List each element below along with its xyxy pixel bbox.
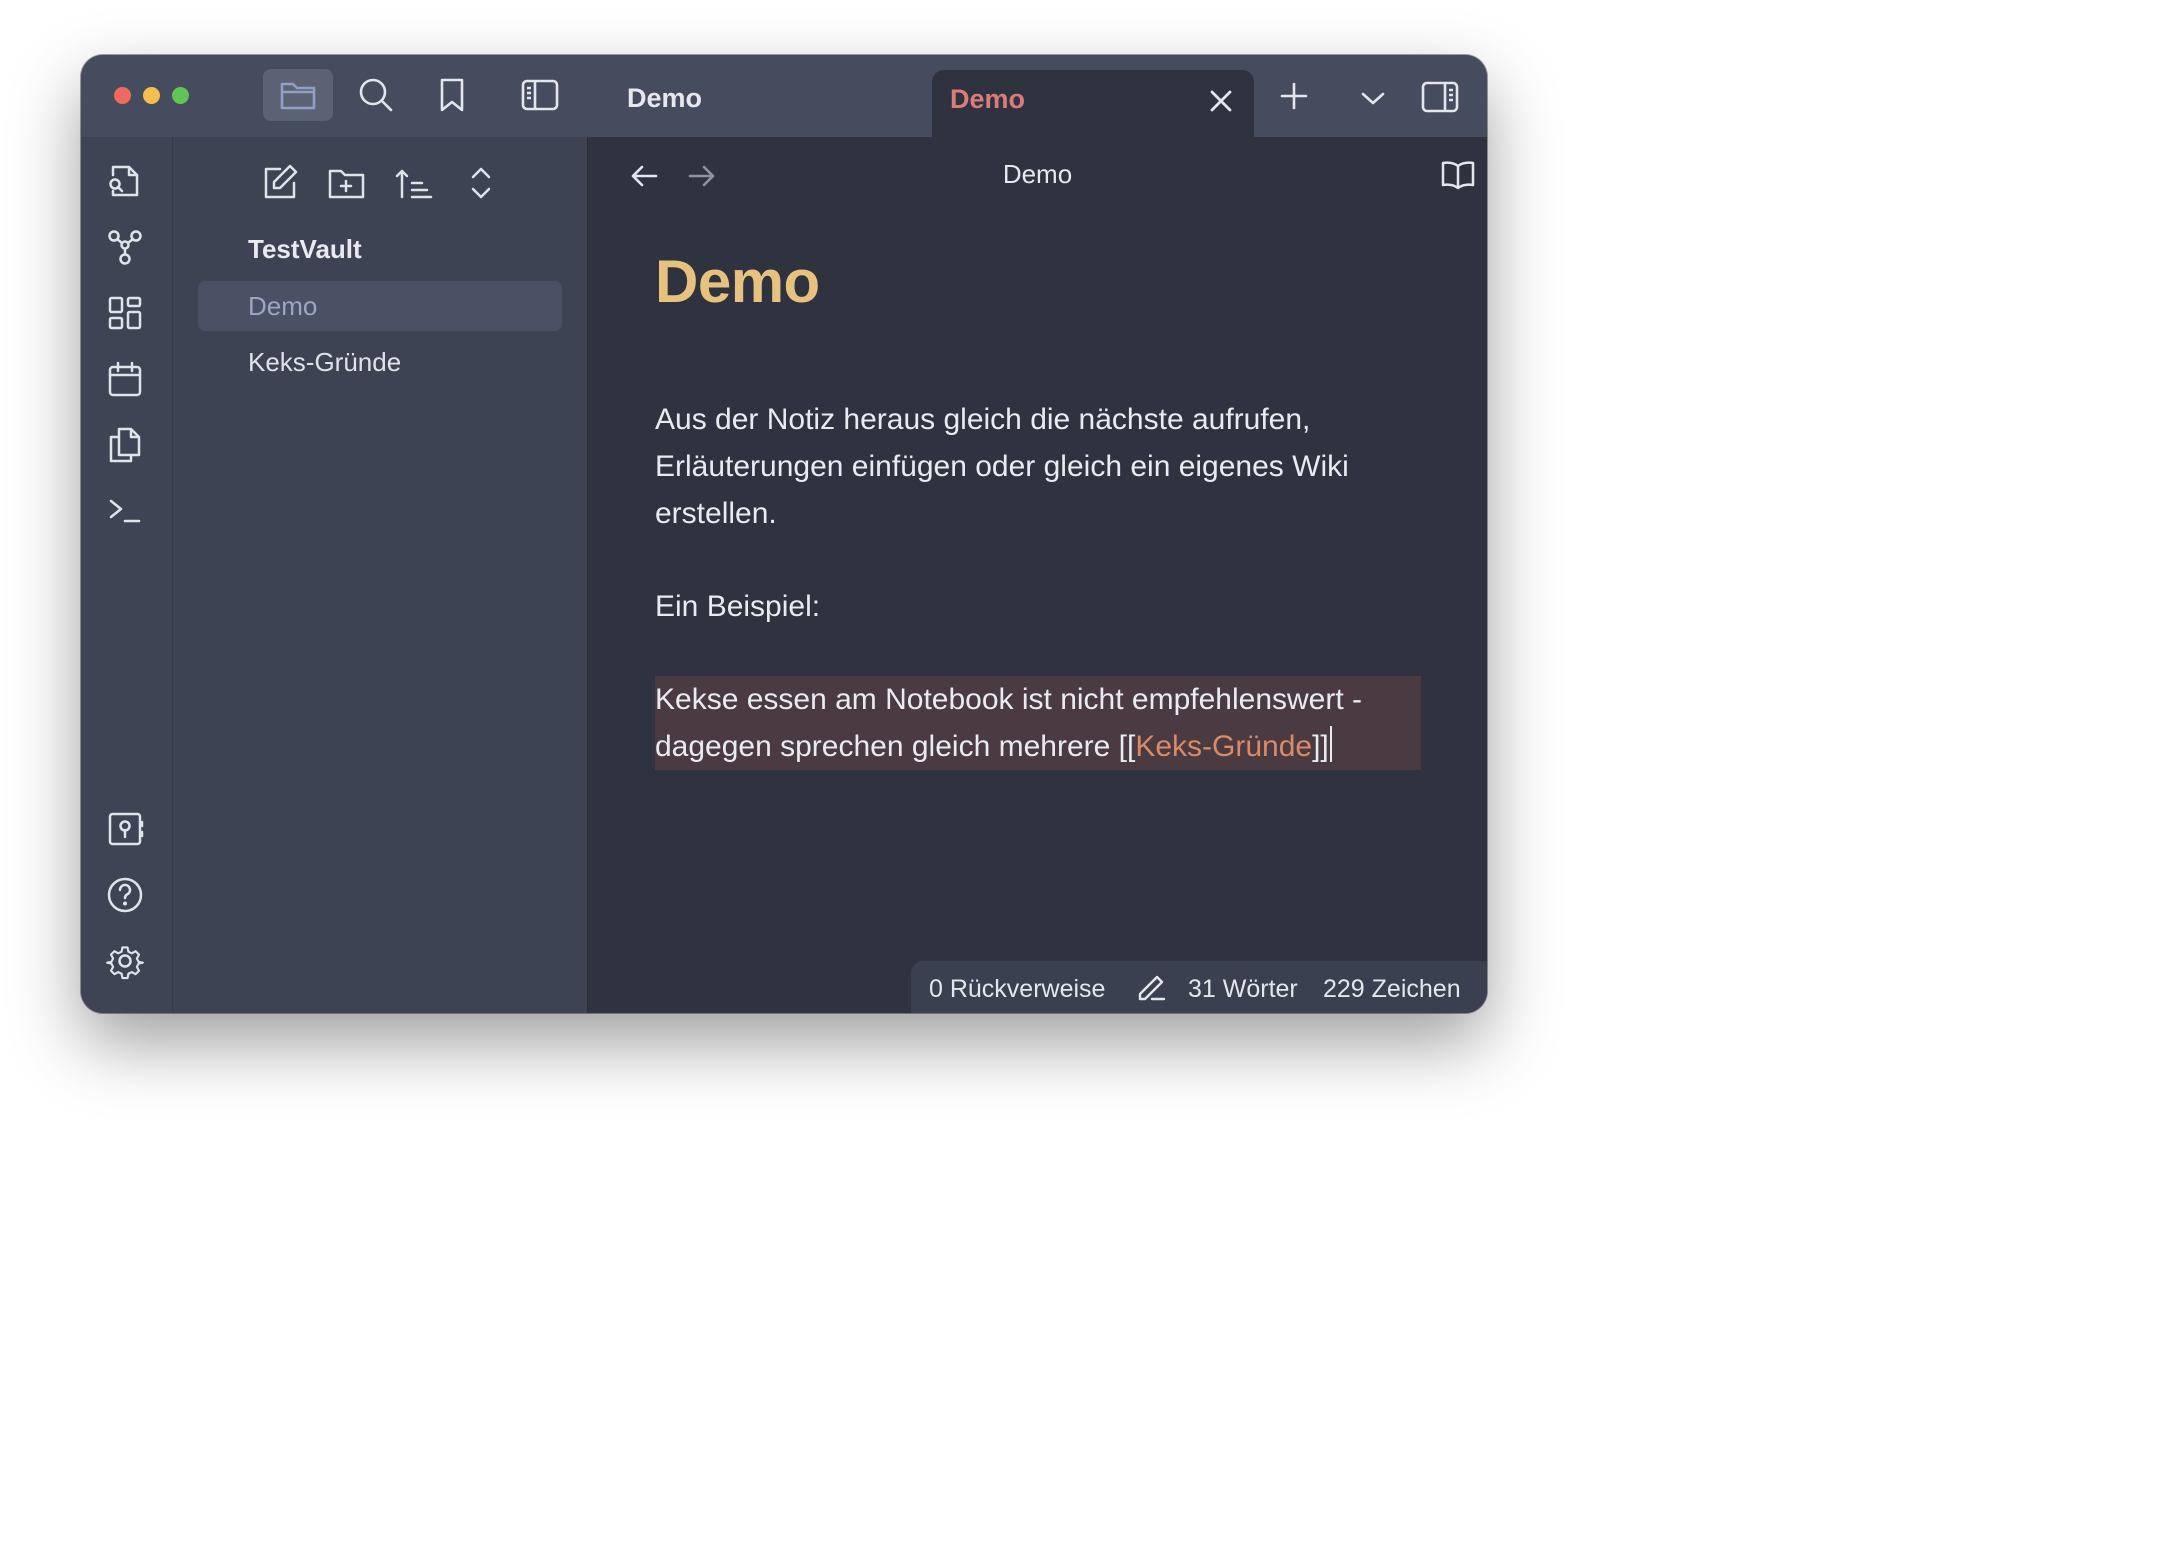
editor-pane: Demo Demo Aus der Notiz heraus gleich di… xyxy=(588,137,1487,1013)
plus-icon xyxy=(1279,81,1309,111)
toggle-left-sidebar-button[interactable] xyxy=(505,69,575,121)
note-paragraph: Ein Beispiel: xyxy=(655,590,821,623)
command-palette-button[interactable] xyxy=(105,491,145,531)
file-explorer: TestVault Demo Keks-Gründe xyxy=(173,137,588,1013)
search-tab-button[interactable] xyxy=(341,69,411,121)
new-note-button[interactable] xyxy=(258,161,302,205)
folder-icon xyxy=(279,78,317,112)
title-bar: Demo Demo xyxy=(81,55,1487,137)
backlinks-count[interactable]: 0 Rückverweise xyxy=(929,975,1105,1004)
file-item-demo[interactable]: Demo xyxy=(198,281,562,331)
tab-label: Demo xyxy=(950,84,1026,114)
new-folder-icon xyxy=(325,161,369,205)
note-content[interactable]: Demo Aus der Notiz heraus gleich die näc… xyxy=(655,247,1425,770)
selected-paragraph: Kekse essen am Notebook ist nicht empfeh… xyxy=(655,676,1421,770)
reading-view-button[interactable] xyxy=(1438,157,1478,193)
book-open-icon xyxy=(1440,159,1476,191)
status-bar: 0 Rückverweise 31 Wörter 229 Zeichen xyxy=(911,961,1487,1013)
file-item-keks-gruende[interactable]: Keks-Gründe xyxy=(198,337,562,387)
templates-button[interactable] xyxy=(105,425,145,465)
close-window-button[interactable] xyxy=(114,87,131,104)
word-count: 31 Wörter xyxy=(1188,975,1298,1003)
chevron-down-icon xyxy=(1359,88,1387,108)
vault-icon xyxy=(105,809,145,849)
gear-icon xyxy=(105,941,145,981)
calendar-icon xyxy=(105,359,145,399)
files-tab-button[interactable] xyxy=(263,69,333,121)
daily-note-button[interactable] xyxy=(105,359,145,399)
note-header-title[interactable]: Demo xyxy=(588,159,1487,190)
collapse-all-button[interactable] xyxy=(459,161,503,205)
file-label: Demo xyxy=(248,291,318,321)
sidebar-toggle-icon xyxy=(521,79,559,111)
new-tab-button[interactable] xyxy=(1277,79,1311,113)
search-icon xyxy=(358,77,394,113)
ribbon xyxy=(81,137,173,1013)
toggle-right-sidebar-button[interactable] xyxy=(1419,79,1461,115)
tab-list-button[interactable] xyxy=(1356,81,1390,115)
help-button[interactable] xyxy=(105,875,145,915)
graph-view-button[interactable] xyxy=(105,227,145,267)
note-paragraph: Aus der Notiz heraus gleich die nächste … xyxy=(655,403,1349,530)
text-cursor xyxy=(1329,726,1332,762)
right-sidebar-icon xyxy=(1421,81,1459,113)
pencil-icon xyxy=(1136,973,1166,1003)
sort-icon xyxy=(392,161,436,205)
settings-button[interactable] xyxy=(105,941,145,981)
edit-mode-button[interactable] xyxy=(1136,973,1166,1003)
file-label: Keks-Gründe xyxy=(248,347,402,377)
wikilink[interactable]: Keks-Gründe xyxy=(1135,730,1312,763)
maximize-window-button[interactable] xyxy=(172,87,189,104)
sort-button[interactable] xyxy=(392,161,436,205)
vault-switch-button[interactable] xyxy=(105,809,145,849)
bookmark-icon xyxy=(437,77,467,113)
new-note-icon xyxy=(258,161,302,205)
bookmarks-tab-button[interactable] xyxy=(417,69,487,121)
tab-demo[interactable]: Demo xyxy=(932,70,1254,137)
app-window: Demo Demo TestVault Demo Keks-Gründe Dem… xyxy=(81,55,1487,1013)
terminal-icon xyxy=(105,491,145,531)
minimize-window-button[interactable] xyxy=(143,87,160,104)
graph-view-icon xyxy=(105,227,145,267)
close-icon xyxy=(1206,86,1236,116)
copy-icon xyxy=(105,425,145,465)
canvas-icon xyxy=(105,293,145,333)
close-tab-button[interactable] xyxy=(1206,86,1236,116)
chevron-up-down-icon xyxy=(459,161,503,205)
link-bracket-open: [[ xyxy=(1118,730,1136,763)
help-icon xyxy=(105,875,145,915)
vault-name: TestVault xyxy=(248,234,362,264)
left-pane-title: Demo xyxy=(627,83,703,113)
quick-switcher-icon xyxy=(105,161,145,201)
new-folder-button[interactable] xyxy=(325,161,369,205)
character-count: 229 Zeichen xyxy=(1323,975,1461,1003)
link-bracket-close: ]] xyxy=(1312,730,1329,763)
note-heading: Demo xyxy=(655,248,820,315)
canvas-button[interactable] xyxy=(105,293,145,333)
quick-switcher-button[interactable] xyxy=(105,161,145,201)
